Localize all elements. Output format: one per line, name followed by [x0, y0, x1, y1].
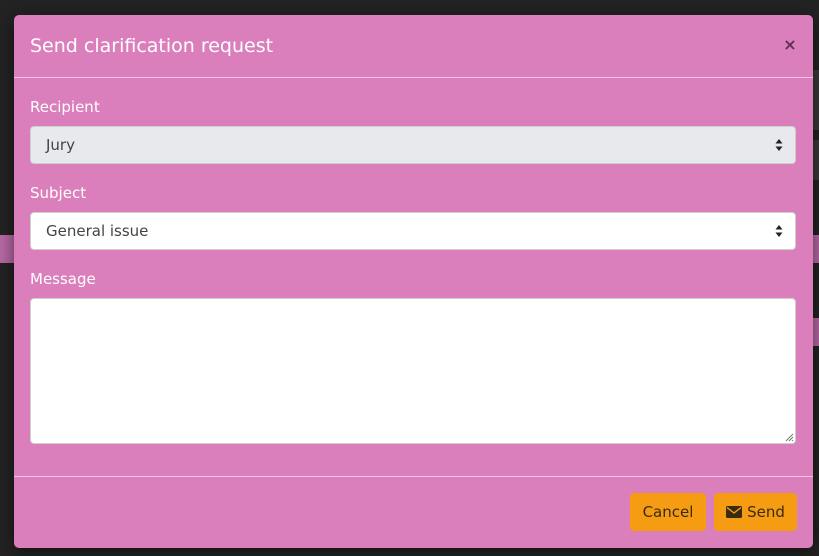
close-icon: × — [783, 35, 797, 54]
close-button[interactable]: × — [781, 35, 799, 55]
envelope-icon — [726, 505, 743, 518]
resize-grip-icon[interactable] — [784, 432, 794, 442]
recipient-value: Jury — [46, 136, 75, 154]
clarification-modal: Send clarification request × Recipient J… — [14, 15, 813, 548]
message-textarea[interactable] — [30, 298, 796, 444]
modal-title: Send clarification request — [30, 35, 274, 57]
select-caret-icon — [775, 139, 783, 151]
send-label: Send — [747, 503, 785, 521]
send-button[interactable]: Send — [714, 493, 797, 531]
message-label: Message — [30, 270, 96, 288]
recipient-select[interactable]: Jury — [30, 126, 796, 164]
subject-label: Subject — [30, 184, 87, 202]
background-row — [0, 235, 14, 263]
cancel-label: Cancel — [642, 503, 694, 521]
modal-header: Send clarification request × — [14, 15, 813, 78]
cancel-button[interactable]: Cancel — [630, 493, 706, 531]
subject-select[interactable]: General issue — [30, 212, 796, 250]
select-caret-icon — [775, 225, 783, 237]
modal-body: Recipient Jury Subject General issue Mes… — [14, 78, 813, 477]
subject-value: General issue — [46, 222, 149, 240]
modal-footer: Cancel Send — [14, 477, 813, 547]
recipient-label: Recipient — [30, 98, 100, 116]
